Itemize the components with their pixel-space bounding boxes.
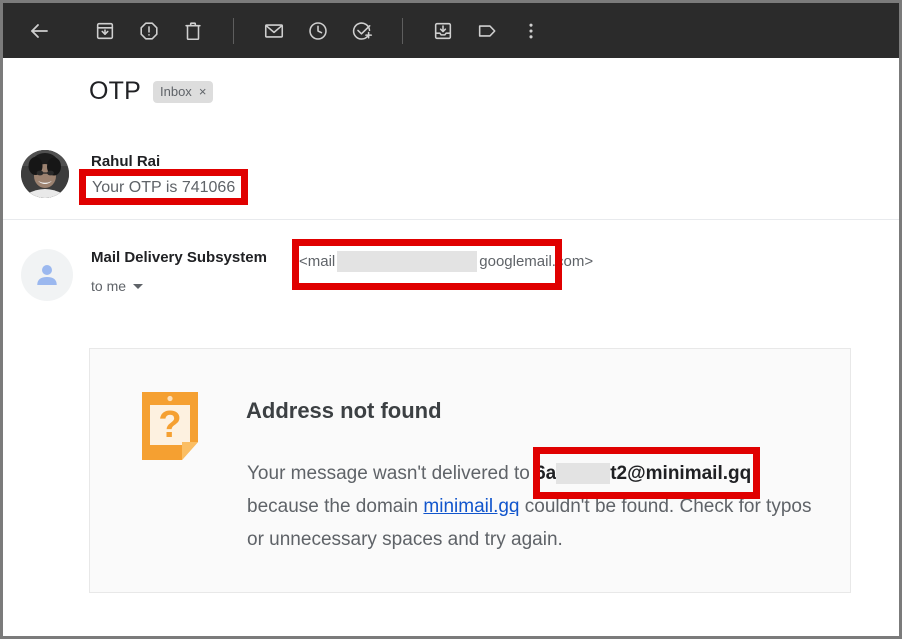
close-icon[interactable]: ×	[199, 84, 207, 99]
subject-row: OTP Inbox ×	[89, 77, 214, 106]
bounce-body-mid: because the domain	[247, 496, 419, 517]
email-prefix: <mail	[299, 253, 336, 270]
move-to-inbox-icon[interactable]	[421, 9, 465, 53]
domain-link[interactable]: minimail.gq	[423, 496, 519, 517]
label-chip-text: Inbox	[160, 83, 192, 99]
svg-text:?: ?	[158, 404, 181, 446]
recipient-label: to me	[91, 278, 127, 294]
delete-icon[interactable]	[171, 9, 215, 53]
toolbar-divider	[402, 17, 403, 44]
bounce-body-lead: Your message wasn't delivered to	[247, 463, 530, 484]
chevron-down-icon[interactable]	[133, 283, 144, 289]
toolbar-divider	[233, 17, 234, 44]
more-options-icon[interactable]	[509, 9, 553, 53]
back-arrow-icon[interactable]	[17, 9, 61, 53]
message-sender-name: Rahul Rai	[91, 153, 161, 170]
recipient-address: 6a t2@minimail.gq	[535, 463, 752, 485]
mark-unread-icon[interactable]	[252, 9, 296, 53]
avatar	[21, 249, 73, 301]
add-to-tasks-icon[interactable]	[340, 9, 384, 53]
message-sender-email: <mail googlemail.com>	[299, 251, 593, 272]
gmail-message-view: OTP Inbox × Rahul Rai Your OTP is 741066…	[0, 0, 902, 639]
page-title: OTP	[89, 77, 141, 105]
avatar	[21, 150, 69, 198]
message-sender-name: Mail Delivery Subsystem	[91, 249, 267, 266]
message-toolbar	[3, 3, 899, 58]
email-suffix: googlemail.com>	[479, 253, 594, 270]
labels-tag-icon[interactable]	[465, 9, 509, 53]
label-chip-inbox[interactable]: Inbox ×	[153, 80, 214, 103]
address-prefix: 6a	[535, 463, 557, 484]
redacted-blur	[337, 251, 478, 272]
message-divider	[3, 219, 899, 220]
address-suffix: t2@minimail.gq	[610, 463, 752, 484]
bounce-title: Address not found	[246, 398, 442, 423]
bounce-body-text: Your message wasn't delivered to 6a t2@mi…	[247, 457, 827, 556]
redacted-blur	[556, 463, 611, 485]
message-snippet: Your OTP is 741066	[92, 179, 236, 196]
snooze-clock-icon[interactable]	[296, 9, 340, 53]
bounce-notice-card: ? Address not found Your message wasn't …	[89, 348, 851, 593]
message-row-collapsed[interactable]: Rahul Rai Your OTP is 741066	[3, 139, 899, 219]
report-spam-icon[interactable]	[127, 9, 171, 53]
archive-icon[interactable]	[83, 9, 127, 53]
orange-question-document-icon: ?	[138, 390, 202, 462]
recipient-dropdown[interactable]: to me	[91, 278, 144, 294]
